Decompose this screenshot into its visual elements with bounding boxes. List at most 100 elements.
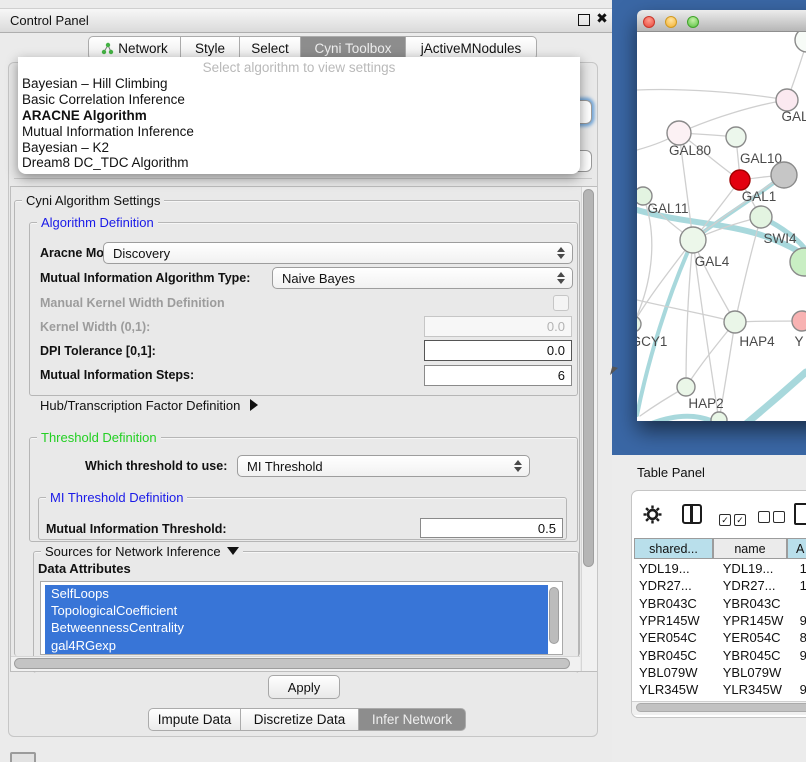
network-node-gal[interactable] [776,89,798,111]
algorithm-option[interactable]: Mutual Information Inference [18,123,580,139]
manual-kernel-checkbox[interactable] [553,295,569,311]
algorithm-dropdown-list: Select algorithm to view settings Bayesi… [18,57,580,174]
table-row[interactable]: YBL079WYBL079W [634,664,806,681]
tab-label: Impute Data [158,712,232,727]
node-label: GAL11 [647,201,688,216]
network-edge[interactable] [637,300,735,322]
horizontal-scrollbar-thumb[interactable] [14,658,570,669]
network-edge[interactable] [637,89,787,100]
hub-definition-toggle[interactable]: Hub/Transcription Factor Definition [40,398,258,413]
network-edge[interactable] [686,240,693,387]
network-node-gal10[interactable] [726,127,746,147]
dpi-tolerance-field[interactable]: 0.0 [424,340,572,361]
data-attribute-option[interactable]: gal4RGexp [45,637,548,654]
list-scrollbar-thumb[interactable] [549,587,559,644]
tab-label: Infer Network [372,712,452,727]
network-node[interactable] [750,206,772,228]
gear-icon[interactable] [643,505,662,524]
tab-impute-data[interactable]: Impute Data [148,708,241,731]
which-threshold-select[interactable]: MI Threshold [237,455,530,477]
minimize-traffic-icon[interactable] [665,16,677,28]
network-node-gcy1[interactable] [637,316,641,332]
mi-threshold-field[interactable]: 0.5 [420,518,563,538]
algorithm-option[interactable]: Basic Correlation Inference [18,92,580,108]
data-attributes-list[interactable]: SelfLoopsTopologicalCoefficientBetweenne… [40,581,563,655]
network-node-gal80[interactable] [667,121,691,145]
table-horizontal-scrollbar-thumb[interactable] [636,703,806,712]
node-label: Y [794,334,803,349]
network-node[interactable] [795,32,806,52]
algorithm-option[interactable]: ARACNE Algorithm [18,108,580,124]
network-edge[interactable] [693,240,735,322]
network-node-gal1[interactable] [730,170,750,190]
which-threshold-value: MI Threshold [247,459,323,474]
control-panel-title: Control Panel [10,13,89,28]
network-node[interactable] [771,162,797,188]
network-node[interactable] [711,412,727,421]
network-node-swi4[interactable] [790,248,806,276]
column-header-partial[interactable]: A [787,538,806,559]
sources-toggle[interactable]: Sources for Network Inference [41,544,243,559]
apply-label: Apply [288,680,321,695]
network-node-hap2[interactable] [677,378,695,396]
mi-type-label: Mutual Information Algorithm Type: [40,271,250,285]
node-label: GAL80 [669,143,711,158]
deselect-all-icon[interactable] [758,510,785,528]
algorithm-option[interactable]: Bayesian – Hill Climbing [18,76,580,92]
table-body: YDL19...YDL19...13 YDR27...YDR27...12 YB… [634,560,806,701]
desktop-background: GALGAL80GAL10GAL1GAL11SWI4GAL4GCY1HAP4YH… [612,0,806,455]
tab-label: jActiveMNodules [421,41,522,56]
vertical-scrollbar-thumb[interactable] [583,189,594,567]
group-title: Cyni Algorithm Settings [22,193,164,208]
network-edge[interactable] [637,416,712,421]
data-attribute-option[interactable]: BetweennessCentrality [45,619,548,636]
group-title: Threshold Definition [37,430,161,445]
data-attribute-option[interactable]: TopologicalCoefficient [45,602,548,619]
collapsed-arrow-icon [250,399,258,411]
node-label: GCY1 [637,334,667,349]
network-node-y[interactable] [792,311,806,331]
tab-infer-network[interactable]: Infer Network [359,708,466,731]
network-node-gal4[interactable] [680,227,706,253]
kernel-width-value: 0.0 [547,319,565,334]
sources-title: Sources for Network Inference [45,544,221,559]
network-edge[interactable] [686,322,735,387]
node-label: HAP4 [739,334,775,349]
aracne-mode-select[interactable]: Discovery [103,242,573,264]
split-columns-icon[interactable] [682,504,702,524]
column-header-shared[interactable]: shared... [634,538,713,559]
network-canvas[interactable]: GALGAL80GAL10GAL1GAL11SWI4GAL4GCY1HAP4YH… [637,32,806,421]
float-window-icon[interactable] [578,14,590,26]
aracne-mode-value: Discovery [113,246,170,261]
tab-label: Select [251,41,289,56]
file-icon[interactable] [794,503,806,525]
table-row[interactable]: YER054CYER054C8. [634,629,806,646]
network-window-titlebar[interactable] [637,10,806,32]
column-header-name[interactable]: name [713,538,787,559]
mi-steps-field[interactable]: 6 [424,365,572,386]
partial-icon[interactable] [10,752,36,762]
algorithm-option[interactable]: Dream8 DC_TDC Algorithm [18,155,580,171]
zoom-traffic-icon[interactable] [687,16,699,28]
table-row[interactable]: YBR043CYBR043C [634,595,806,612]
table-row[interactable]: YPR145WYPR145W9. [634,612,806,629]
network-node-hap4[interactable] [724,311,746,333]
network-edge[interactable] [720,372,806,421]
network-window[interactable]: GALGAL80GAL10GAL1GAL11SWI4GAL4GCY1HAP4YH… [637,10,806,421]
tab-discretize-data[interactable]: Discretize Data [241,708,359,731]
table-row[interactable]: YDR27...YDR27...12 [634,577,806,594]
data-attribute-option[interactable]: SelfLoops [45,585,548,602]
table-panel: Table Panel ✓✓ [612,455,806,762]
table-row[interactable]: YBR045CYBR045C9. [634,646,806,663]
apply-button[interactable]: Apply [268,675,340,699]
mi-algorithm-type-select[interactable]: Naive Bayes [272,267,573,289]
close-traffic-icon[interactable] [643,16,655,28]
table-row[interactable]: YDL19...YDL19...13 [634,560,806,577]
select-all-icon[interactable]: ✓✓ [719,510,746,528]
table-card: ✓✓ shared... name A YDL19...YDL19...13 Y… [631,490,806,718]
table-panel-title: Table Panel [637,465,705,480]
algorithm-option[interactable]: Bayesian – K2 [18,139,580,155]
data-attributes-label: Data Attributes [38,561,131,576]
close-icon[interactable]: ✖ [594,8,610,28]
table-row[interactable]: YLR345WYLR345W9. [634,681,806,698]
